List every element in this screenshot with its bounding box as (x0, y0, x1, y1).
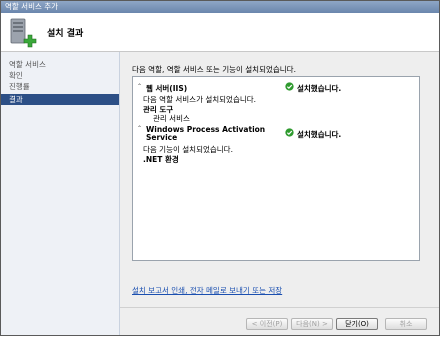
next-button[interactable]: 다음(N) > (291, 318, 333, 330)
success-check-icon (285, 82, 294, 91)
footer-divider (120, 307, 439, 308)
intro-text: 다음 역할, 역할 서비스 또는 기능이 설치되었습니다. (132, 65, 296, 74)
results-list: ⌃ 웹 서버(IIS) 설치했습니다. 다음 역할 서비스가 설치되었습니다. … (132, 76, 420, 261)
window-title: 역할 서비스 추가 (5, 2, 59, 11)
main-panel: 다음 역할, 역할 서비스 또는 기능이 설치되었습니다. ⌃ 웹 서버(IIS… (120, 52, 439, 335)
wizard-header: 설치 결과 (1, 13, 439, 52)
result-status: 설치했습니다. (297, 130, 342, 139)
success-check-icon (285, 128, 294, 137)
report-link[interactable]: 설치 보고서 인쇄, 전자 메일로 보내기 또는 저장 (132, 285, 282, 296)
sidebar-item-role-services[interactable]: 역할 서비스 (1, 59, 119, 70)
close-button[interactable]: 닫기(O) (336, 318, 378, 330)
previous-button[interactable]: < 이전(P) (246, 318, 288, 330)
sidebar-item-progress[interactable]: 진행률 (1, 81, 119, 92)
wizard-sidebar: 역할 서비스 확인 진행률 결과 (1, 52, 120, 335)
sidebar-item-results[interactable]: 결과 (1, 94, 119, 105)
page-title: 설치 결과 (47, 29, 84, 39)
collapse-chevron-icon[interactable]: ⌃ (137, 83, 142, 90)
wizard-window: 역할 서비스 추가 설치 결과 역할 서비스 확인 진행률 결과 다음 역할, … (0, 0, 440, 336)
result-name-line2: Service (146, 133, 178, 142)
title-bar: 역할 서비스 추가 (1, 1, 439, 13)
cancel-button[interactable]: 취소 (385, 318, 427, 330)
server-add-icon (10, 18, 37, 48)
result-name: 웹 서버(IIS) (146, 84, 188, 93)
sidebar-item-confirmation[interactable]: 확인 (1, 70, 119, 81)
result-item: 관리 서비스 (153, 114, 190, 123)
result-group: .NET 환경 (143, 155, 179, 164)
collapse-chevron-icon[interactable]: ⌃ (137, 125, 142, 132)
result-status: 설치했습니다. (297, 84, 342, 93)
